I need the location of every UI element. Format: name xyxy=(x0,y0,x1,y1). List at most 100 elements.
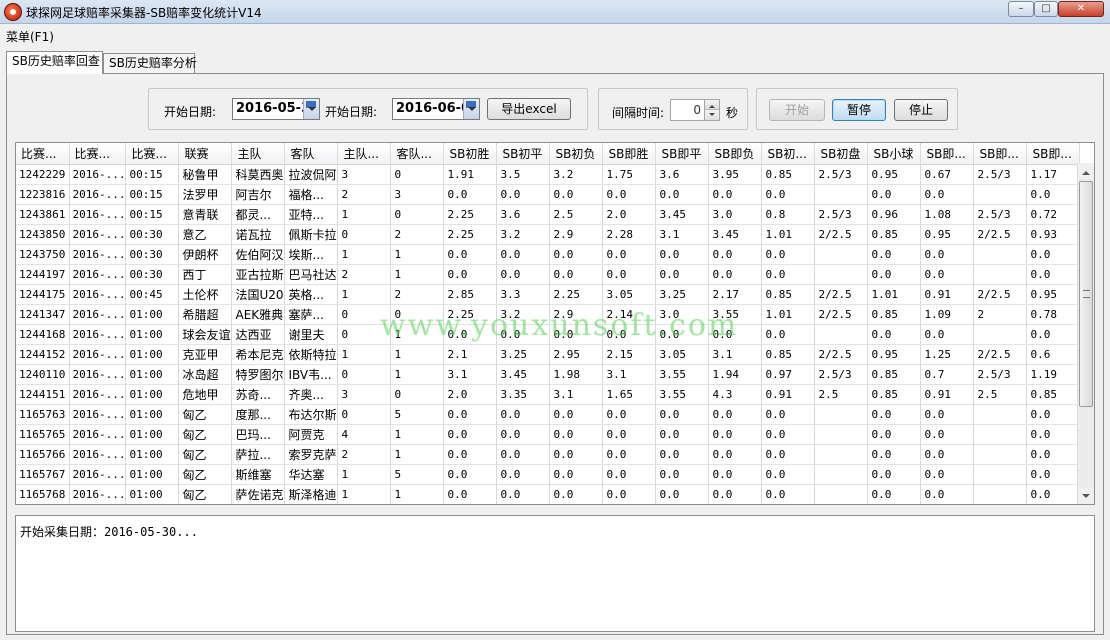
table-cell: 0.0 xyxy=(655,404,710,425)
table-row[interactable]: 1165763 2016-... 01:00 匈乙 度那... 布达尔斯 0 5 0.0 0.0 0… xyxy=(16,404,1081,425)
table-scrollbar[interactable] xyxy=(1077,163,1094,504)
column-header[interactable]: 比赛... xyxy=(125,143,180,165)
table-cell: 3.05 xyxy=(655,344,710,365)
table-cell: 萨佐诺克 xyxy=(231,484,286,504)
table-cell: 3.55 xyxy=(708,304,763,325)
tab-history-analysis[interactable]: SB历史赔率分析 xyxy=(103,53,197,73)
column-header[interactable]: 比赛... xyxy=(69,143,127,165)
column-header[interactable]: SB即胜 xyxy=(602,143,657,165)
table-cell: 1244152 xyxy=(16,344,70,365)
table-cell: 斯泽格迪 xyxy=(284,484,339,504)
table-cell: 3.2 xyxy=(496,304,551,325)
column-header[interactable]: SB即... xyxy=(1026,143,1081,165)
column-header[interactable]: SB即... xyxy=(973,143,1028,165)
column-header[interactable]: 客队 xyxy=(284,143,339,165)
table-cell xyxy=(973,324,1028,345)
table-row[interactable]: 1243750 2016-... 00:30 伊朗杯 佐伯阿汉 埃斯... 1 1 0.0 0.0… xyxy=(16,244,1081,265)
start-button[interactable]: 开始 xyxy=(769,99,825,121)
stepper-down-icon[interactable] xyxy=(704,110,719,120)
menu-bar: 菜单(F1) xyxy=(0,25,1110,45)
table-row[interactable]: 1244168 2016-... 01:00 球会友谊 达西亚 谢里夫 0 1 0.0 0.0 0.… xyxy=(16,324,1081,345)
odds-table[interactable]: 比赛... 比赛... 比赛... 联赛 主队 客队 主队... 客队... SB初胜 SB初平 S… xyxy=(15,142,1095,505)
menu-main[interactable]: 菜单(F1) xyxy=(6,28,54,45)
table-cell: 2/2.5 xyxy=(814,304,869,325)
log-output[interactable]: 开始采集日期：2016-05-30... xyxy=(15,515,1095,632)
table-row[interactable]: 1165768 2016-... 01:00 匈乙 萨佐诺克 斯泽格迪 1 1 0.0 0.0 0.… xyxy=(16,484,1081,504)
column-header[interactable]: SB初胜 xyxy=(443,143,498,165)
table-cell: 01:00 xyxy=(125,364,180,385)
table-row[interactable]: 1244197 2016-... 00:30 西丁 亚古拉斯 巴马社达 2 1 0.0 0.0 0.… xyxy=(16,264,1081,285)
chevron-down-icon[interactable] xyxy=(463,99,479,119)
table-cell: 1.25 xyxy=(920,344,975,365)
column-header[interactable]: SB初... xyxy=(761,143,816,165)
table-cell: 5 xyxy=(390,464,445,485)
column-header[interactable]: SB初盘 xyxy=(814,143,869,165)
start-date-picker[interactable]: 2016-05-30 xyxy=(232,98,320,120)
column-header[interactable]: 客队... xyxy=(390,143,445,165)
column-header[interactable]: SB即... xyxy=(920,143,975,165)
table-cell: 希腊超 xyxy=(178,304,233,325)
table-row[interactable]: 1223816 2016-... 00:15 法罗甲 阿吉尔 福格... 2 3 0.0 0.0 0… xyxy=(16,184,1081,205)
table-cell: 0.0 xyxy=(496,184,551,205)
maximize-button[interactable]: □ xyxy=(1034,1,1058,17)
table-row[interactable]: 1244151 2016-... 01:00 危地甲 苏奇... 齐奥... 3 0 2.0 3.… xyxy=(16,384,1081,405)
table-cell: 2.25 xyxy=(549,284,604,305)
column-header[interactable]: 主队 xyxy=(231,143,286,165)
table-row[interactable]: 1243850 2016-... 00:30 意乙 诺瓦拉 佩斯卡拉 0 2 2.25 3.2 2.… xyxy=(16,224,1081,245)
minimize-button[interactable]: – xyxy=(1008,1,1034,17)
stop-button[interactable]: 停止 xyxy=(894,99,948,121)
table-cell: 2.85 xyxy=(443,284,498,305)
column-header[interactable]: 主队... xyxy=(337,143,392,165)
column-header[interactable]: SB初平 xyxy=(496,143,551,165)
table-row[interactable]: 1241347 2016-... 01:00 希腊超 AEK雅典 塞萨... 0 0 2.25 3… xyxy=(16,304,1081,325)
table-cell: 0.85 xyxy=(867,364,922,385)
table-row[interactable]: 1165766 2016-... 01:00 匈乙 萨拉... 索罗克萨 2 1 0.0 0.0 0… xyxy=(16,444,1081,465)
table-cell: 埃斯... xyxy=(284,244,339,265)
column-header[interactable]: SB即平 xyxy=(655,143,710,165)
stepper-up-icon[interactable] xyxy=(704,100,719,110)
close-button[interactable]: ✕ xyxy=(1058,1,1104,17)
table-cell: 0.97 xyxy=(761,364,816,385)
table-cell: 2.9 xyxy=(549,224,604,245)
chevron-down-icon[interactable] xyxy=(303,99,319,119)
table-cell: 0.6 xyxy=(1026,344,1081,365)
table-cell: 0 xyxy=(337,324,392,345)
table-cell: 1 xyxy=(390,484,445,504)
window-title: 球探网足球赔率采集器-SB赔率变化统计V14 xyxy=(26,6,262,20)
pause-button[interactable]: 暂停 xyxy=(832,99,886,121)
table-cell: 4 xyxy=(337,424,392,445)
interval-label: 间隔时间: xyxy=(612,106,665,120)
column-header[interactable]: 比赛... xyxy=(16,143,70,165)
end-date-picker[interactable]: 2016-06-03 xyxy=(392,98,480,120)
table-cell: 1.08 xyxy=(920,204,975,225)
table-cell: 2.5 xyxy=(549,204,604,225)
scroll-thumb[interactable] xyxy=(1079,181,1093,407)
table-cell: 1.01 xyxy=(761,224,816,245)
table-cell: 2.25 xyxy=(443,304,498,325)
table-row[interactable]: 1240110 2016-... 01:00 冰岛超 特罗图尔 IBV韦... 0 1 3.1 3… xyxy=(16,364,1081,385)
column-header[interactable]: SB小球 xyxy=(867,143,922,165)
table-cell xyxy=(973,404,1028,425)
tab-history-lookup[interactable]: SB历史赔率回查 xyxy=(6,51,103,74)
table-row[interactable]: 1243861 2016-... 00:15 意青联 都灵... 亚特... 1 0 2.25 3… xyxy=(16,204,1081,225)
interval-stepper[interactable]: 0 xyxy=(670,99,720,121)
table-row[interactable]: 1165765 2016-... 01:00 匈乙 巴玛... 阿贾克 4 1 0.0 0.0 0.… xyxy=(16,424,1081,445)
table-cell: 0.85 xyxy=(761,164,816,185)
table-cell xyxy=(814,464,869,485)
scroll-down-icon[interactable] xyxy=(1078,488,1094,504)
table-cell: 2.9 xyxy=(549,304,604,325)
table-row[interactable]: 1165767 2016-... 01:00 匈乙 斯维塞 华达塞 1 5 0.0 0.0 0.0 0… xyxy=(16,464,1081,485)
export-excel-button[interactable]: 导出excel xyxy=(487,98,571,120)
table-cell: 1165768 xyxy=(16,484,70,504)
table-row[interactable]: 1244152 2016-... 01:00 克亚甲 希本尼克 依斯特拉 1 1 2.1 3.25… xyxy=(16,344,1081,365)
column-header[interactable]: SB即负 xyxy=(708,143,763,165)
table-cell: 斯维塞 xyxy=(231,464,286,485)
column-header[interactable]: SB初负 xyxy=(549,143,604,165)
end-date-label: 开始日期: xyxy=(325,105,378,119)
table-cell: 0.0 xyxy=(920,404,975,425)
table-row[interactable]: 1244175 2016-... 00:45 土伦杯 法国U20 英格... 1 2 2.85 3… xyxy=(16,284,1081,305)
table-row[interactable]: 1242229 2016-... 00:15 秘鲁甲 科莫西奥 拉波侃阿 3 0 1.91 3.5… xyxy=(16,164,1081,185)
column-header[interactable]: 联赛 xyxy=(178,143,233,165)
scroll-up-icon[interactable] xyxy=(1078,163,1094,179)
table-cell: 0.0 xyxy=(443,404,498,425)
